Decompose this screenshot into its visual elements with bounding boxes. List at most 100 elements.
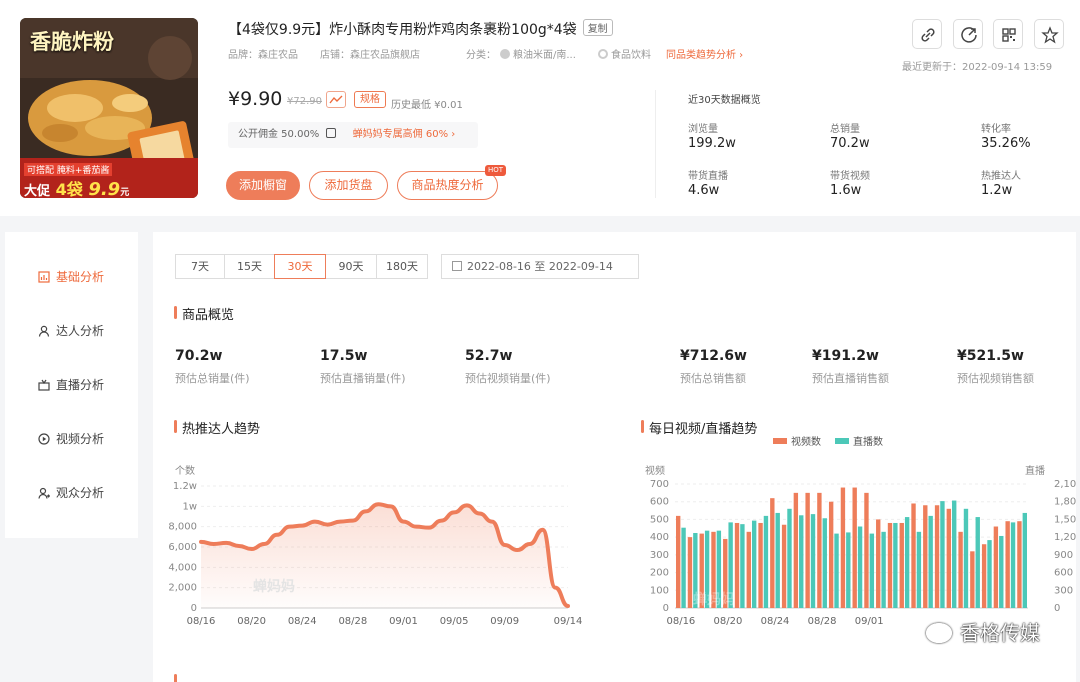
- bar-video: [817, 492, 822, 608]
- copy-button[interactable]: 复制: [582, 19, 613, 36]
- link-button[interactable]: [912, 19, 942, 49]
- bar-video: [923, 505, 928, 608]
- trend-line-icon: [329, 95, 343, 104]
- bar-live: [857, 526, 863, 608]
- bar-video: [864, 492, 869, 608]
- tab-30d[interactable]: 30天: [274, 254, 326, 279]
- sidebar-item-basic[interactable]: 基础分析: [38, 268, 104, 285]
- stat-label-views: 浏览量: [688, 124, 718, 135]
- tab-15d[interactable]: 15天: [224, 254, 275, 279]
- bar-video: [781, 524, 787, 608]
- stat-value-live: 4.6w: [688, 183, 720, 198]
- y2-tick-label: 900: [1054, 550, 1073, 561]
- bar-live: [810, 514, 816, 608]
- date-range-picker[interactable]: 2022-08-16 至 2022-09-14: [441, 254, 639, 279]
- bar-live: [681, 527, 686, 608]
- tab-180d[interactable]: 180天: [376, 254, 428, 279]
- legend-swatch-video: [773, 438, 787, 444]
- bar-video: [911, 503, 916, 608]
- bar-video: [758, 522, 763, 608]
- bar-video: [805, 492, 810, 608]
- sidebar-item-label: 视频分析: [56, 432, 105, 446]
- sidebar-item-label: 观众分析: [56, 486, 105, 500]
- overview-label: 预估直播销量(件): [320, 372, 406, 385]
- high-commission-link[interactable]: 蝉妈妈专属高佣 60% ›: [353, 129, 456, 140]
- bar-live: [834, 533, 839, 608]
- bar-video: [793, 492, 799, 608]
- bar-video: [840, 487, 846, 608]
- bar-live: [904, 517, 910, 608]
- overview-label: 预估直播销售额: [812, 372, 889, 385]
- add-window-button[interactable]: 添加橱窗: [226, 171, 300, 200]
- refresh-circle-icon: [598, 49, 608, 59]
- commission-box: 公开佣金 50.00% 蝉妈妈专属高佣 60% ›: [228, 122, 478, 148]
- y-tick-label: 8,000: [168, 522, 197, 533]
- stat-label-sales: 总销量: [830, 124, 860, 135]
- bar-live: [952, 500, 957, 608]
- x-tick-label: 08/16: [187, 616, 216, 627]
- overview-video-revenue: ¥521.5w 预估视频销售额: [957, 348, 1034, 386]
- promo-price: 9.9: [88, 179, 121, 198]
- y-tick-label: 0: [191, 603, 197, 614]
- tab-90d[interactable]: 90天: [325, 254, 377, 279]
- share-button[interactable]: [953, 19, 983, 49]
- bar-live: [1010, 522, 1016, 608]
- price-trend-button[interactable]: [326, 91, 346, 108]
- bar-video: [734, 522, 740, 608]
- sidebar-item-audience[interactable]: 观众分析: [38, 484, 104, 501]
- tab-7d[interactable]: 7天: [175, 254, 225, 279]
- x-tick-label: 09/01: [389, 616, 418, 627]
- spec-button[interactable]: 规格: [354, 91, 386, 108]
- category-label: 分类：: [466, 50, 496, 61]
- y2-tick-label: 1,800: [1054, 497, 1076, 508]
- y-tick-label: 6,000: [168, 542, 197, 553]
- sidebar-item-video[interactable]: 视频分析: [38, 430, 104, 447]
- sidebar: 基础分析 达人分析 直播分析 视频分析 观众分析: [5, 232, 138, 538]
- stat-value-sales: 70.2w: [830, 136, 870, 151]
- category-trend-link[interactable]: 同品类趋势分析 ›: [666, 46, 743, 61]
- overview-value: ¥191.2w: [812, 348, 879, 364]
- heat-analysis-button[interactable]: 商品热度分析: [397, 171, 498, 200]
- x-tick-label: 08/20: [714, 616, 743, 627]
- y-tick-label: 400: [650, 532, 669, 543]
- play-icon: [38, 433, 50, 445]
- bar-video: [887, 522, 893, 608]
- sidebar-item-live[interactable]: 直播分析: [38, 376, 104, 393]
- bar-live: [775, 512, 780, 608]
- bar-live: [928, 515, 933, 608]
- shop-link[interactable]: 店铺：森庄农品旗舰店: [320, 46, 420, 61]
- overview-label: 预估视频销量(件): [465, 372, 551, 385]
- overview-label: 预估视频销售额: [957, 372, 1034, 385]
- info-icon[interactable]: [325, 128, 336, 138]
- bar-live: [940, 501, 945, 608]
- favorite-button[interactable]: [1034, 19, 1064, 49]
- star-icon: [1041, 26, 1059, 44]
- add-selection-button[interactable]: 添加货盘: [309, 171, 388, 200]
- qrcode-icon: [1002, 28, 1016, 42]
- x-tick-label: 08/20: [237, 616, 266, 627]
- bar-video: [981, 544, 987, 608]
- category-secondary[interactable]: 食品饮料: [598, 46, 651, 61]
- hot-badge: HOT: [485, 165, 507, 176]
- qrcode-button[interactable]: [993, 19, 1023, 49]
- stat-value-video: 1.6w: [830, 183, 862, 198]
- bar-live: [1022, 512, 1027, 608]
- main-panel: 7天 15天 30天 90天 180天 2022-08-16 至 2022-09…: [153, 232, 1076, 682]
- commission-text: 公开佣金 50.00%: [238, 129, 320, 140]
- legend-swatch-live: [835, 438, 849, 444]
- stat-label-video: 带货视频: [830, 171, 870, 182]
- chart-watermark: 蝉妈妈: [253, 578, 295, 595]
- bar-video: [687, 537, 693, 608]
- link-icon: [921, 28, 935, 42]
- y-tick-label: 500: [650, 514, 669, 525]
- overview-video-sales: 52.7w 预估视频销量(件): [465, 348, 551, 386]
- category-primary[interactable]: 粮油米面/南...: [500, 46, 576, 61]
- chart-watermark: 蝉妈妈: [693, 591, 735, 608]
- stat-value-views: 199.2w: [688, 136, 736, 151]
- bar-video: [852, 487, 857, 608]
- bar-video: [876, 519, 881, 608]
- sidebar-item-influencer[interactable]: 达人分析: [38, 322, 104, 339]
- stat-label-influencers: 热推达人: [981, 171, 1021, 182]
- product-image[interactable]: 香脆炸粉 可搭配 腌料+番茄酱 大促 4袋 9.9元: [20, 18, 198, 198]
- y2-tick-label: 2,100: [1054, 479, 1076, 490]
